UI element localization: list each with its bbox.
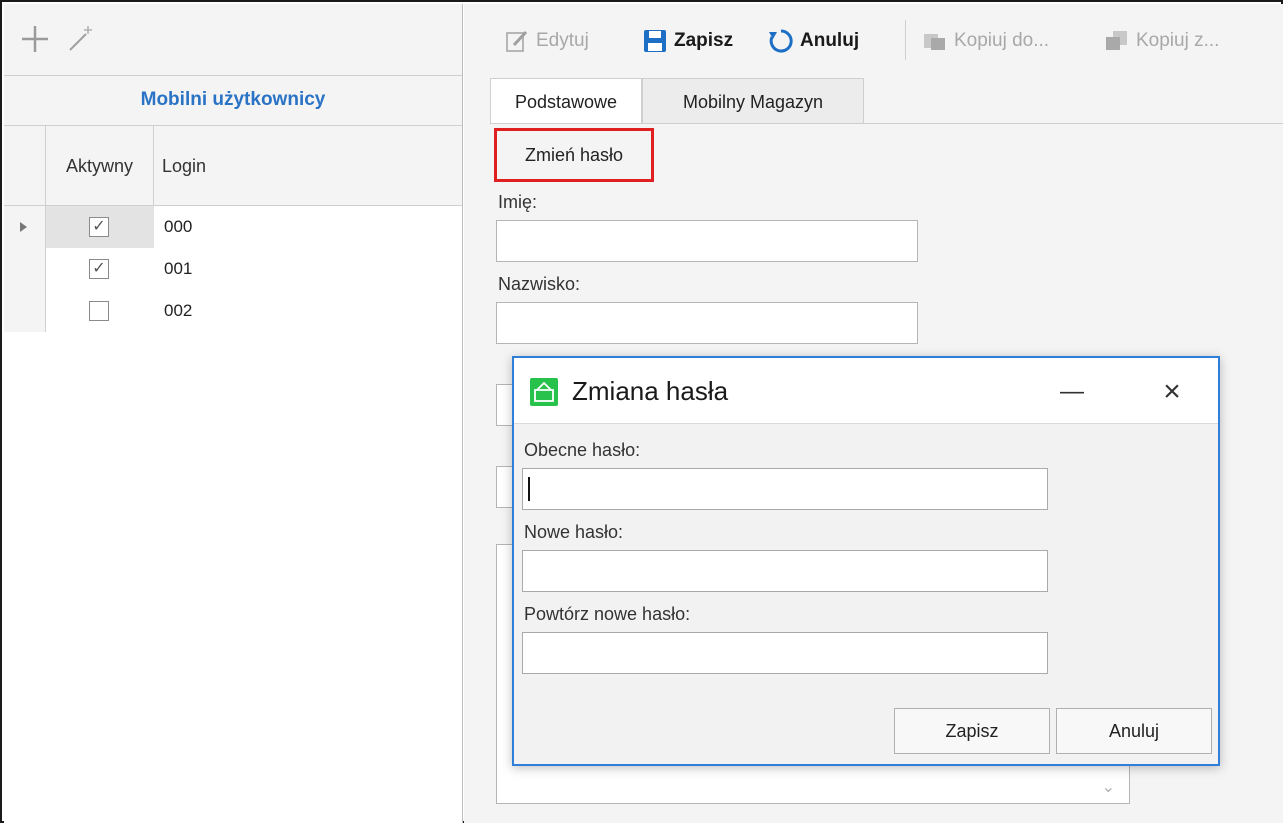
copy-to-icon <box>924 34 945 50</box>
users-toolbar <box>4 4 462 76</box>
active-cell[interactable]: ✓ <box>46 248 154 290</box>
first-name-field[interactable] <box>496 220 918 262</box>
basket-icon <box>530 378 558 406</box>
app-window: Mobilni użytkownicy Aktywny Login ✓ 000 … <box>0 0 1283 823</box>
copy-to-button[interactable]: Kopiuj do... <box>922 26 1049 56</box>
users-panel: Mobilni użytkownicy Aktywny Login ✓ 000 … <box>4 4 463 823</box>
text-caret <box>528 477 530 501</box>
dialog-title: Zmiana hasła <box>572 376 729 406</box>
current-row-arrow-icon <box>20 222 27 232</box>
column-header-login[interactable]: Login <box>154 126 454 206</box>
plus-icon[interactable] <box>18 22 52 56</box>
last-name-label: Nazwisko: <box>498 274 581 294</box>
edit-button[interactable]: Edytuj <box>504 26 589 56</box>
dialog-cancel-button[interactable]: Anuluj <box>1056 708 1212 754</box>
active-checkbox[interactable]: ✓ <box>89 259 109 279</box>
current-password-field[interactable] <box>522 468 1048 510</box>
magic-wand-icon[interactable] <box>62 22 96 56</box>
copy-from-icon <box>1106 31 1127 50</box>
edit-icon <box>506 30 528 52</box>
floppy-disk-icon <box>644 30 666 52</box>
copy-to-label: Kopiuj do... <box>954 30 1050 51</box>
save-button[interactable]: Zapisz <box>642 26 733 56</box>
row-indicator <box>4 248 46 290</box>
login-cell[interactable]: 000 <box>164 206 192 248</box>
cancel-label: Anuluj <box>800 30 860 51</box>
current-password-label: Obecne hasło: <box>524 440 641 460</box>
edit-label: Edytuj <box>536 30 589 51</box>
row-indicator <box>4 206 46 248</box>
close-icon[interactable]: × <box>1144 372 1200 412</box>
repeat-password-label: Powtórz nowe hasło: <box>524 604 691 624</box>
new-password-field[interactable] <box>522 550 1048 592</box>
tab-mobilny-magazyn[interactable]: Mobilny Magazyn <box>642 78 864 124</box>
table-row[interactable]: ✓ 001 <box>4 248 462 290</box>
save-label: Zapisz <box>674 30 734 51</box>
row-indicator <box>4 290 46 332</box>
users-title: Mobilni użytkownicy <box>4 76 462 126</box>
active-cell[interactable] <box>46 290 154 332</box>
undo-icon <box>769 29 793 53</box>
repeat-password-field[interactable] <box>522 632 1048 674</box>
copy-from-label: Kopiuj z... <box>1136 30 1220 51</box>
table-row[interactable]: ✓ 000 <box>4 206 462 248</box>
change-password-dialog: Zmiana hasła — × Obecne hasło: Nowe hasł… <box>512 356 1220 766</box>
users-grid-header: Aktywny Login <box>4 126 462 206</box>
table-row[interactable]: 002 <box>4 290 462 332</box>
login-cell[interactable]: 001 <box>164 248 192 290</box>
last-name-field[interactable] <box>496 302 918 344</box>
first-name-label: Imię: <box>498 192 538 212</box>
toolbar-separator <box>905 20 906 60</box>
dialog-save-button[interactable]: Zapisz <box>894 708 1050 754</box>
change-password-button[interactable]: Zmień hasło <box>494 128 654 182</box>
users-grid: ✓ 000 ✓ 001 002 <box>4 206 462 332</box>
details-toolbar: Edytuj Zapisz Anuluj Kopiuj do... Kopiuj… <box>464 4 1283 76</box>
active-checkbox[interactable] <box>89 301 109 321</box>
new-password-label: Nowe hasło: <box>524 522 624 542</box>
chevron-down-icon[interactable]: ⌄ <box>1102 777 1115 797</box>
cancel-button[interactable]: Anuluj <box>768 26 859 56</box>
minimize-icon[interactable]: — <box>1044 374 1100 410</box>
column-header-active[interactable]: Aktywny <box>46 126 154 206</box>
dialog-titlebar[interactable]: Zmiana hasła — × <box>514 358 1218 424</box>
active-checkbox[interactable]: ✓ <box>89 217 109 237</box>
active-cell[interactable]: ✓ <box>46 206 154 248</box>
login-cell[interactable]: 002 <box>164 290 192 332</box>
row-indicator-header <box>4 126 46 206</box>
tab-podstawowe[interactable]: Podstawowe <box>490 78 642 124</box>
copy-from-button[interactable]: Kopiuj z... <box>1104 26 1219 56</box>
